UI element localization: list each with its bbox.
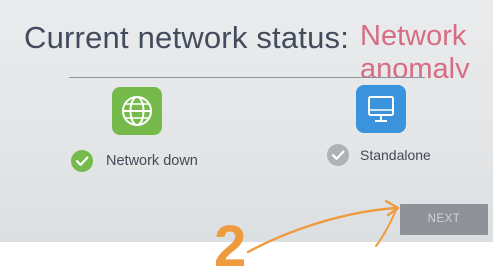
annotation-arrow (246, 199, 400, 254)
step-number-annotation: 2 (214, 214, 247, 276)
photo-frame: Current network status: Network anomaly (0, 0, 493, 276)
